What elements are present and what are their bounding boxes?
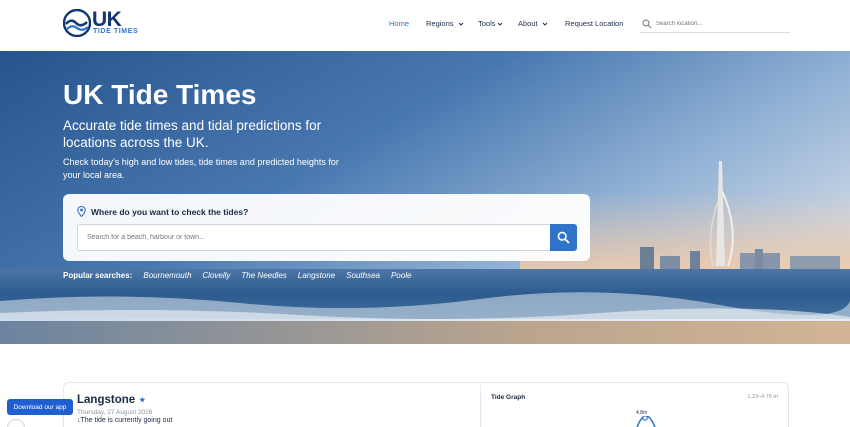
search-question-label: Where do you want to check the tides? xyxy=(91,206,249,217)
hero-description: Check today's high and low tides, tide t… xyxy=(63,157,339,180)
nav-request-location[interactable]: Request Location xyxy=(565,19,623,28)
popular-link-the-needles[interactable]: The Needles xyxy=(241,271,286,280)
search-icon xyxy=(557,231,570,244)
chevron-down-icon xyxy=(497,22,502,26)
tide-search-input[interactable] xyxy=(77,224,551,251)
nav-about[interactable]: About xyxy=(518,19,548,28)
nav-regions-label: Regions xyxy=(426,19,454,28)
nav-home-label: Home xyxy=(389,19,410,28)
popular-link-langstone[interactable]: Langstone xyxy=(298,271,335,280)
nav-home[interactable]: Home xyxy=(389,19,409,28)
location-card: Langstone ★ Thursday, 27 August 2026 ↓Th… xyxy=(63,382,789,427)
tide-graph-label: Tide Graph xyxy=(491,394,526,401)
wave-logo-icon xyxy=(63,9,91,37)
site-header: UK TIDE TIMES Home Regions Tools About R… xyxy=(0,0,850,51)
header-search xyxy=(640,16,790,33)
popular-link-clovelly[interactable]: Clovelly xyxy=(202,271,230,280)
hero-subtitle: Accurate tide times and tidal prediction… xyxy=(63,118,322,150)
tide-status: ↓The tide is currently going out xyxy=(77,417,173,424)
download-app-button[interactable]: Download our app xyxy=(7,399,73,415)
hero-title: UK Tide Times xyxy=(63,79,257,110)
tide-search-panel: Where do you want to check the tides? xyxy=(63,194,590,261)
nav-regions[interactable]: Regions xyxy=(426,19,464,28)
search-icon xyxy=(642,19,652,29)
tide-graph-curve xyxy=(636,416,656,427)
site-logo[interactable]: UK TIDE TIMES xyxy=(63,9,143,39)
nav-request-location-label: Request Location xyxy=(565,19,624,28)
nav-tools[interactable]: Tools xyxy=(478,19,503,28)
search-question: Where do you want to check the tides? xyxy=(77,206,248,217)
chevron-down-icon xyxy=(458,22,463,26)
chevron-down-icon xyxy=(542,22,547,26)
card-divider xyxy=(480,385,481,427)
tide-graph-range: 1.23–4.76 m xyxy=(747,394,778,400)
nav-tools-label: Tools xyxy=(478,19,496,28)
nav-about-label: About xyxy=(518,19,538,28)
popular-searches: Popular searches: Bournemouth Clovelly T… xyxy=(63,271,411,280)
location-name[interactable]: Langstone xyxy=(77,394,135,406)
hero-section: UK Tide Times Accurate tide times and ti… xyxy=(0,51,850,344)
popular-link-bournemouth[interactable]: Bournemouth xyxy=(143,271,191,280)
popular-searches-label: Popular searches: xyxy=(63,271,133,280)
floating-action-button[interactable] xyxy=(7,419,25,427)
header-search-input[interactable] xyxy=(656,21,776,27)
popular-link-poole[interactable]: Poole xyxy=(391,271,411,280)
star-icon[interactable]: ★ xyxy=(139,396,145,404)
location-pin-icon xyxy=(77,206,86,217)
popular-link-southsea[interactable]: Southsea xyxy=(346,271,380,280)
location-date: Thursday, 27 August 2026 xyxy=(77,409,153,416)
location-title: Langstone ★ xyxy=(77,394,145,406)
tide-search-button[interactable] xyxy=(550,224,577,251)
logo-subtitle: TIDE TIMES xyxy=(93,28,139,35)
